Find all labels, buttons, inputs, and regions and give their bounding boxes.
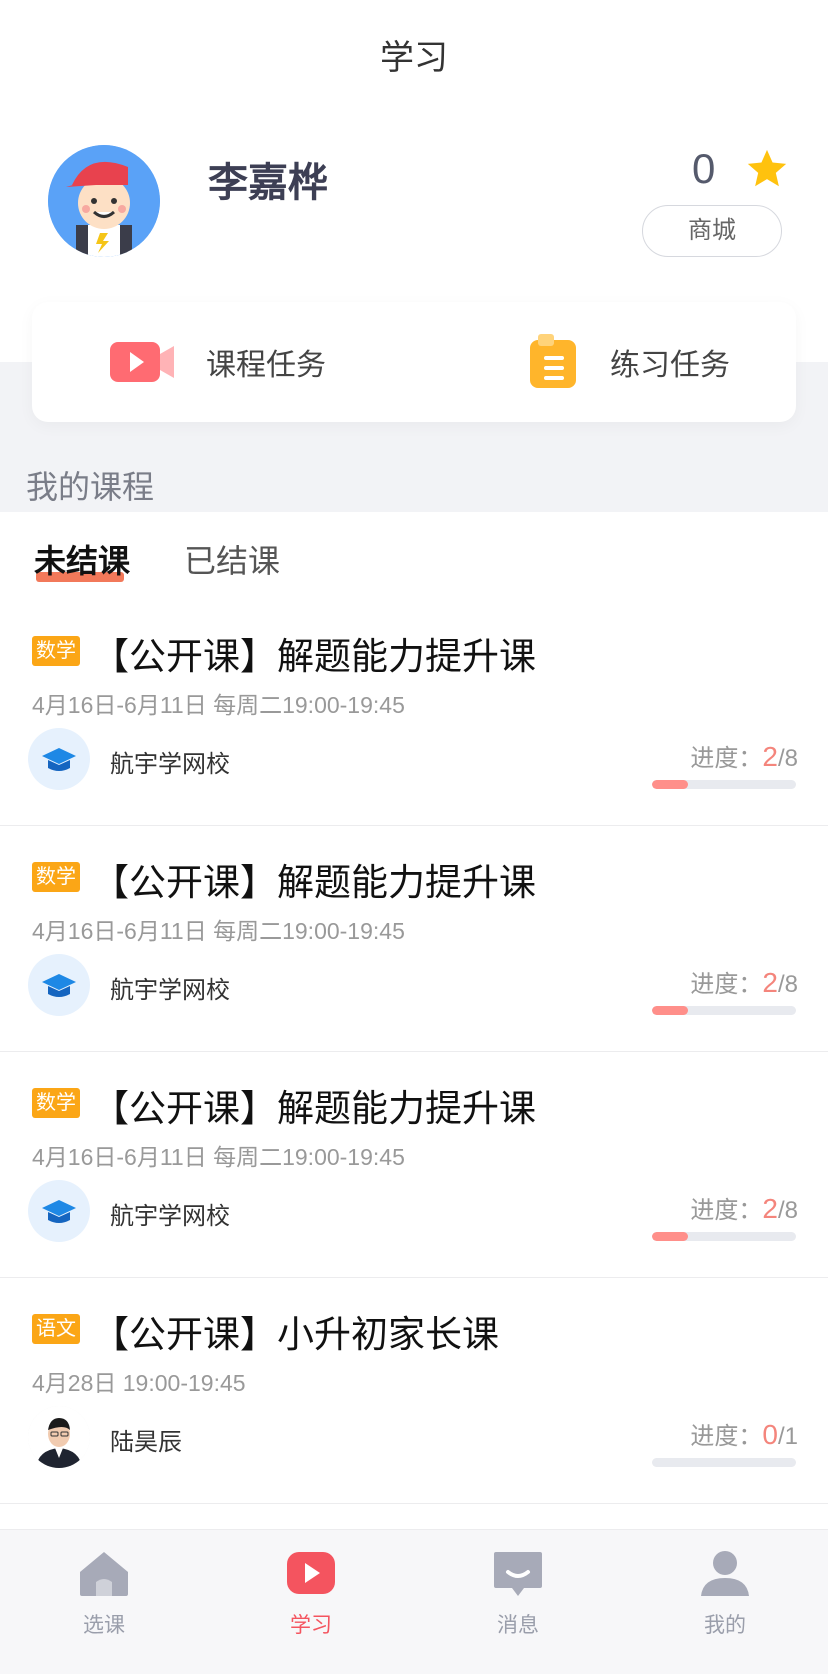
graduation-cap-icon	[28, 728, 90, 790]
subject-badge: 数学	[32, 1088, 80, 1118]
message-icon	[494, 1552, 542, 1596]
progress-label: 进度：2/8	[690, 967, 798, 998]
teacher-name: 航宇学网校	[110, 1203, 230, 1230]
course-schedule: 4月16日-6月11日 每周二19:00-19:45	[32, 918, 405, 944]
course-title: 【公开课】小升初家长课	[92, 1314, 499, 1355]
user-name: 李嘉桦	[208, 161, 328, 205]
course-title: 【公开课】解题能力提升课	[92, 636, 536, 677]
course-title: 【公开课】解题能力提升课	[92, 862, 536, 903]
subject-badge: 数学	[32, 636, 80, 666]
course-schedule: 4月16日-6月11日 每周二19:00-19:45	[32, 1144, 405, 1170]
course-task-button[interactable]: 课程任务	[110, 302, 326, 422]
graduation-cap-icon	[28, 1180, 90, 1242]
graduation-cap-icon	[28, 954, 90, 1016]
progress-label: 进度：2/8	[690, 741, 798, 772]
progress-fill	[652, 780, 688, 789]
mall-button[interactable]: 商城	[642, 205, 782, 257]
teacher-name: 航宇学网校	[110, 977, 230, 1004]
tab-select-course[interactable]: 选课	[44, 1548, 164, 1639]
subject-badge: 语文	[32, 1314, 80, 1344]
subject-badge: 数学	[32, 862, 80, 892]
user-icon	[701, 1551, 749, 1596]
clipboard-icon	[530, 334, 576, 388]
tab-ongoing[interactable]: 未结课	[34, 536, 130, 582]
teacher-name: 航宇学网校	[110, 751, 230, 778]
course-card[interactable]: 语文 【公开课】小升初家长课 4月28日 19:00-19:45 陆昊辰 进度：…	[0, 1278, 828, 1504]
video-camera-icon	[110, 342, 174, 382]
progress-fill	[652, 1006, 688, 1015]
course-card[interactable]: 数学 【公开课】解题能力提升课 4月16日-6月11日 每周二19:00-19:…	[0, 826, 828, 1052]
course-title: 【公开课】解题能力提升课	[92, 1088, 536, 1129]
points-count: 0	[692, 145, 716, 192]
progress-bar	[652, 1458, 796, 1467]
progress-bar	[652, 1232, 796, 1241]
cartoon-boy-icon	[48, 145, 160, 257]
tab-study[interactable]: 学习	[251, 1548, 371, 1639]
course-card[interactable]: 数学 【公开课】解题能力提升课 4月16日-6月11日 每周二19:00-19:…	[0, 600, 828, 826]
section-title: 我的课程	[26, 469, 155, 505]
teacher-photo	[28, 1406, 90, 1468]
course-card[interactable]: 数学 【公开课】解题能力提升课 4月16日-6月11日 每周二19:00-19:…	[0, 1052, 828, 1278]
page-title: 学习	[380, 39, 448, 77]
course-task-label: 课程任务	[206, 349, 326, 382]
progress-label: 进度：2/8	[690, 1193, 798, 1224]
practice-task-label: 练习任务	[610, 349, 730, 382]
tab-messages[interactable]: 消息	[458, 1548, 578, 1639]
course-schedule: 4月16日-6月11日 每周二19:00-19:45	[32, 692, 405, 718]
course-schedule: 4月28日 19:00-19:45	[32, 1370, 246, 1396]
progress-fill	[652, 1232, 688, 1241]
avatar[interactable]	[48, 145, 160, 257]
progress-bar	[652, 1006, 796, 1015]
teacher-name: 陆昊辰	[110, 1429, 182, 1456]
practice-task-button[interactable]: 练习任务	[526, 302, 730, 422]
home-icon	[80, 1552, 128, 1596]
progress-bar	[652, 780, 796, 789]
task-card: 课程任务 练习任务	[32, 302, 796, 422]
progress-label: 进度：0/1	[690, 1419, 798, 1450]
play-icon	[287, 1552, 335, 1594]
tab-finished[interactable]: 已结课	[184, 536, 280, 582]
bottom-tab-bar: 选课 学习 消息 我的	[0, 1529, 828, 1674]
tab-mine[interactable]: 我的	[665, 1548, 785, 1639]
star-icon	[747, 149, 787, 187]
